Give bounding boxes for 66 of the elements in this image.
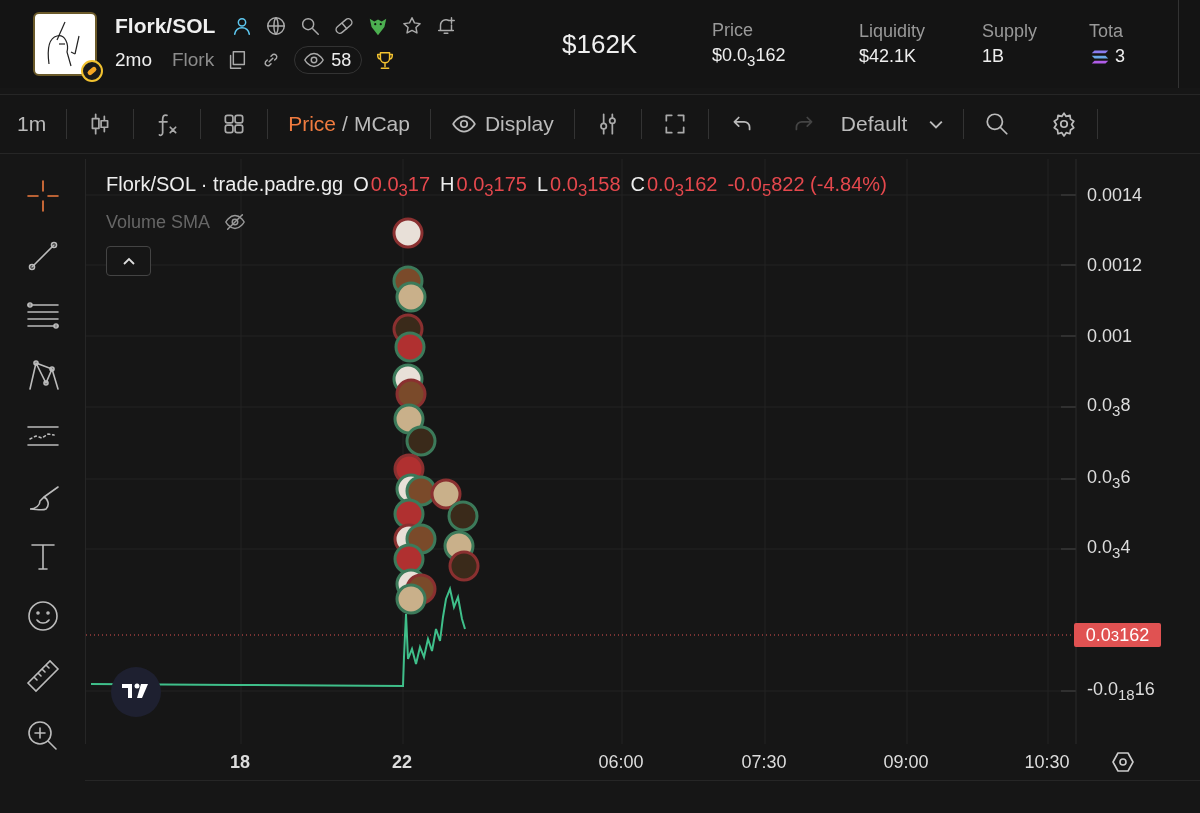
axis-settings-icon[interactable] [1111, 750, 1135, 774]
pill-badge-icon [81, 60, 103, 82]
layout-dropdown[interactable]: Default [840, 112, 944, 136]
hidden-eye-icon[interactable] [224, 211, 247, 233]
price-tick: 0.0$_{3}$4 [1087, 537, 1131, 561]
stat-value: 3 [1115, 46, 1125, 67]
ohlc-label: L [536, 173, 549, 196]
ohlc-value: 0.0$_{3}$175 [456, 173, 527, 201]
price-change: -0.0$_{5}$822 (-4.84%) [727, 173, 887, 201]
stat-label: Price [712, 19, 754, 41]
trade-marker[interactable] [405, 425, 437, 457]
stat-value: $42.1K [859, 46, 917, 67]
stat-label: Tota [1089, 20, 1125, 42]
price-tick: -0.0$_{18}$16 [1087, 679, 1155, 703]
indicator-name: Volume SMA [106, 211, 211, 233]
bell-plus-icon[interactable] [435, 15, 458, 37]
ohlc-label: H [440, 173, 455, 196]
time-tick: 07:30 [741, 752, 787, 773]
search-icon[interactable] [299, 15, 322, 37]
chevron-up-icon [121, 256, 136, 266]
caret-icon [929, 119, 944, 129]
trade-marker[interactable] [448, 550, 480, 582]
price-tick: 0.001 [1087, 325, 1133, 347]
trade-marker[interactable] [393, 403, 425, 435]
search-icon[interactable] [984, 111, 1011, 137]
collapse-button[interactable] [106, 246, 151, 276]
token-age: 2mo [115, 49, 152, 71]
price-mode-toggle[interactable]: Price [288, 112, 337, 136]
trade-marker[interactable] [447, 500, 479, 532]
settings-icon[interactable] [1051, 111, 1078, 137]
trade-marker[interactable] [395, 583, 427, 615]
ohlc-label: O [353, 173, 369, 196]
trade-marker[interactable] [430, 478, 462, 510]
time-tick: 18 [230, 752, 250, 773]
time-tick: 09:00 [883, 752, 929, 773]
display-button[interactable]: Display [450, 111, 554, 137]
trade-marker[interactable] [394, 331, 426, 363]
tradingview-logo-icon [111, 667, 161, 717]
stat-value: 1B [982, 46, 1005, 67]
trade-marker[interactable] [395, 281, 427, 313]
price-tick: 0.0$_{3}$8 [1087, 395, 1131, 419]
pill-icon[interactable] [333, 15, 356, 37]
time-tick: 10:30 [1024, 752, 1070, 773]
ohlc-value: 0.0$_{3}$17 [370, 173, 431, 201]
trade-marker[interactable] [392, 217, 424, 249]
time-tick: 22 [392, 752, 412, 773]
price-tick: 0.0012 [1087, 254, 1143, 276]
token-pair: Flork/SOL [115, 14, 216, 38]
time-tick: 06:00 [598, 752, 644, 773]
ohlc-value: 0.0$_{3}$162 [647, 173, 718, 201]
views-count: 58 [331, 49, 352, 71]
price-mode-toggle[interactable]: MCap [353, 112, 410, 136]
ohlc-value: 0.0$_{3}$158 [550, 173, 621, 201]
token-name: Flork [171, 49, 215, 71]
globe-icon[interactable] [265, 15, 288, 37]
market-cap: $162K [562, 28, 639, 60]
stat-label: Liquidity [859, 21, 927, 42]
stat-label: Supply [982, 21, 1039, 42]
ohlc-label: C [630, 173, 645, 196]
toggle-separator: / [342, 112, 348, 136]
star-icon[interactable] [401, 15, 424, 37]
price-tick: 0.0$_{3}$6 [1087, 467, 1131, 491]
price-tick: 0.0014 [1087, 184, 1143, 206]
stat-value: $0.0$_{3}$162 [712, 44, 786, 69]
chart-title: Flork/SOL · trade.padre.gg [106, 173, 344, 196]
interval-button[interactable]: 1m [17, 112, 47, 136]
